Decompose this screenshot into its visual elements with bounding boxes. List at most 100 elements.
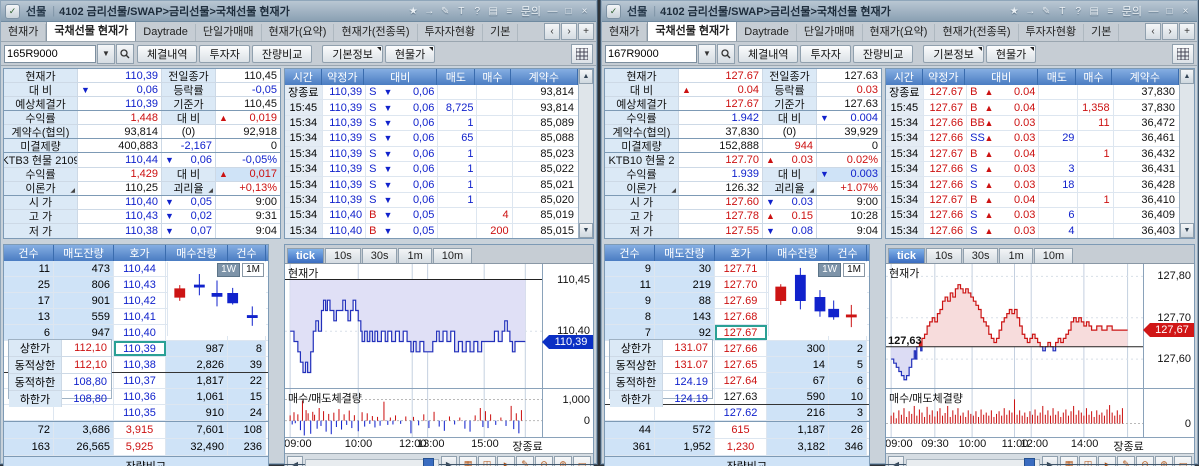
time-sales-row[interactable]: 15:34 110,40 B ▼ 0,05 4 85,019: [285, 208, 578, 224]
tab-3[interactable]: Daytrade: [136, 24, 196, 41]
tab-7[interactable]: 투자자현황: [418, 24, 484, 41]
tab-5[interactable]: 현재가(요약): [262, 24, 335, 41]
chart-scroll-track[interactable]: [305, 458, 439, 466]
zoom-out-icon[interactable]: ⊖: [535, 455, 553, 466]
tab-2[interactable]: 국채선물 현재가: [46, 22, 137, 41]
tab-2[interactable]: 국채선물 현재가: [647, 22, 738, 41]
scroll-track[interactable]: [1180, 84, 1194, 223]
text-icon[interactable]: T: [454, 4, 469, 18]
chart-tab-tick[interactable]: tick: [888, 248, 925, 263]
draw-icon[interactable]: ✎: [1117, 455, 1135, 466]
toolbar-button-5[interactable]: 현물가: [384, 44, 436, 63]
grid-view-icon[interactable]: [571, 43, 593, 64]
export-icon[interactable]: →: [1023, 4, 1038, 18]
bid-price-cell[interactable]: 110,37: [114, 373, 166, 388]
time-sales-row[interactable]: 15:34 110,39 S ▼ 0,06 1 85,022: [285, 162, 578, 178]
time-sales-row[interactable]: 15:34 110,39 S ▼ 0,06 65 85,088: [285, 131, 578, 147]
bid-price-cell[interactable]: 127.65: [715, 357, 767, 372]
chart-tab-10m[interactable]: 10m: [1033, 248, 1074, 263]
toolbar-button-3[interactable]: 잔량비교: [852, 44, 914, 63]
chart-tab-10m[interactable]: 10m: [432, 248, 473, 263]
clip-icon[interactable]: ✎: [1039, 4, 1054, 18]
time-sales-row[interactable]: 15:45 110,39 S ▼ 0,06 8,725 93,814: [285, 100, 578, 116]
text-icon[interactable]: T: [1055, 4, 1070, 18]
print-icon[interactable]: ▤: [1087, 4, 1102, 18]
tab-6[interactable]: 현재가(전종목): [334, 24, 418, 41]
search-icon[interactable]: [717, 43, 735, 64]
scroll-up-icon[interactable]: ▲: [1180, 69, 1194, 84]
toolbar-button-5[interactable]: 현물가: [985, 44, 1037, 63]
tab-1[interactable]: 현재가: [602, 24, 648, 41]
tab-scroll-right-icon[interactable]: ›: [561, 23, 577, 40]
bid-price-cell[interactable]: 127.66: [715, 341, 767, 356]
tab-6[interactable]: 현재가(전종목): [935, 24, 1019, 41]
zoom-in-icon[interactable]: ⊕: [1155, 455, 1173, 466]
zoom-out-icon[interactable]: ⊖: [1136, 455, 1154, 466]
toolbar-button-4[interactable]: 기본정보: [923, 44, 984, 63]
time-sales-row[interactable]: 15:34 110,40 B ▼ 0,05 200 85,015: [285, 223, 578, 238]
chart-tab-10s[interactable]: 10s: [925, 248, 962, 263]
scroll-down-icon[interactable]: ▼: [579, 223, 593, 238]
help-icon[interactable]: ?: [470, 4, 485, 18]
chart-tab-1m[interactable]: 1m: [999, 248, 1033, 263]
info-label[interactable]: 괴리율 ◢: [162, 181, 216, 195]
scroll-right-icon[interactable]: ▶: [1042, 456, 1058, 466]
tab-3[interactable]: Daytrade: [737, 24, 797, 41]
tab-add-icon[interactable]: +: [578, 23, 594, 40]
mini-candle-chart[interactable]: 1W 1M: [167, 262, 266, 336]
chart-scroll-track[interactable]: [906, 458, 1040, 466]
ask-price-cell[interactable]: 110,40: [114, 325, 166, 340]
toolbar-button-1[interactable]: 체결내역: [137, 44, 198, 63]
close-icon[interactable]: ×: [1178, 4, 1193, 18]
zoom-in-icon[interactable]: ⊕: [554, 455, 572, 466]
tab-4[interactable]: 단일가매매: [196, 24, 262, 41]
draw-icon[interactable]: ✎: [516, 455, 534, 466]
bid-price-cell[interactable]: 110,36: [114, 389, 166, 404]
ask-price-cell[interactable]: 127.71: [715, 261, 767, 276]
time-sales-scrollbar[interactable]: ▲ ▼: [1179, 69, 1194, 238]
toolbar-button-2[interactable]: 투자자: [800, 44, 851, 63]
close-icon[interactable]: ×: [577, 4, 592, 18]
tab-7[interactable]: 투자자현황: [1019, 24, 1085, 41]
search-icon[interactable]: [116, 43, 134, 64]
volume-chart-plot[interactable]: 매수/매도체결량: [285, 389, 543, 437]
tab-scroll-left-icon[interactable]: ‹: [1145, 23, 1161, 40]
time-sales-row[interactable]: 15:34 110,39 S ▼ 0,06 1 85,020: [285, 192, 578, 209]
time-sales-row[interactable]: 15:34 127.66 S ▲ 0.03 4 36,403: [886, 223, 1179, 238]
bid-price-cell[interactable]: 127.64: [715, 373, 767, 388]
clip-icon[interactable]: ✎: [438, 4, 453, 18]
tab-8[interactable]: 기본: [1084, 24, 1120, 41]
comment-icon[interactable]: ◫: [478, 455, 496, 466]
time-sales-row[interactable]: 장종료 110,39 S ▼ 0,06 93,814: [285, 85, 578, 101]
minimize-icon[interactable]: —: [545, 4, 560, 18]
time-sales-row[interactable]: 15:34 127.66 BB ▲ 0.03 11 36,472: [886, 115, 1179, 132]
bid-price-cell[interactable]: 127.63: [715, 389, 767, 404]
time-sales-row[interactable]: 15:34 127.66 S ▲ 0.03 3 36,431: [886, 162, 1179, 178]
symbol-input[interactable]: [4, 44, 96, 63]
chart-tab-tick[interactable]: tick: [287, 248, 324, 263]
time-sales-row[interactable]: 15:34 127.66 SS ▲ 0.03 29 36,461: [886, 131, 1179, 147]
help-icon[interactable]: ?: [1071, 4, 1086, 18]
ask-price-cell[interactable]: 110,42: [114, 293, 166, 308]
scroll-left-icon[interactable]: ◀: [888, 456, 904, 466]
bid-price-cell[interactable]: 110,38: [114, 357, 166, 372]
ask-price-cell[interactable]: 110,43: [114, 277, 166, 292]
favorite-star-icon[interactable]: ★: [1007, 4, 1022, 18]
crosshair-icon[interactable]: ▸: [497, 455, 515, 466]
grid-view-icon[interactable]: [1172, 43, 1194, 64]
chart-tab-30s[interactable]: 30s: [361, 248, 398, 263]
chart-tab-30s[interactable]: 30s: [962, 248, 999, 263]
tab-add-icon[interactable]: +: [1179, 23, 1195, 40]
chevron-down-icon[interactable]: ▼: [97, 43, 115, 64]
tab-scroll-right-icon[interactable]: ›: [1162, 23, 1178, 40]
crosshair-icon[interactable]: ▸: [1098, 455, 1116, 466]
maximize-icon[interactable]: □: [1162, 4, 1177, 18]
fit-icon[interactable]: ▭: [573, 455, 591, 466]
scroll-left-icon[interactable]: ◀: [287, 456, 303, 466]
tab-1[interactable]: 현재가: [1, 24, 47, 41]
ask-price-cell[interactable]: 127.67: [715, 325, 767, 340]
time-sales-row[interactable]: 15:34 110,39 S ▼ 0,06 1 85,021: [285, 177, 578, 193]
inquiry-button[interactable]: 문의: [518, 4, 544, 18]
bid-price-cell[interactable]: 110,35: [114, 405, 166, 420]
chevron-down-icon[interactable]: ▼: [698, 43, 716, 64]
